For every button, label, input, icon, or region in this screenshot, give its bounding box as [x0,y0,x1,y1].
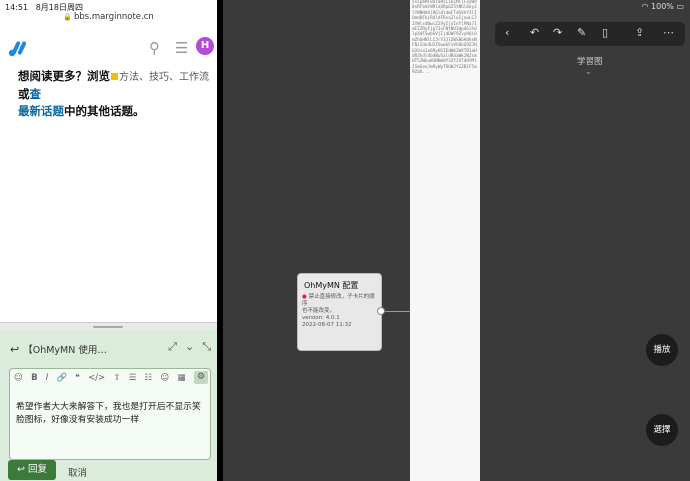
reply-button-label: 回复 [27,464,47,475]
menu-icon[interactable]: ☰ [175,40,188,56]
suggested-topics-text: 想阅读更多？浏览 方法、技巧、工作流或查 最新话题中的其他话题。 [18,68,217,120]
lock-icon: 🔒 [63,13,72,21]
bold-button[interactable]: B [31,373,37,383]
bullet-list-icon[interactable]: ☰ [129,373,137,383]
close-icon[interactable]: ⤡ [202,340,211,353]
battery-level: 100% [651,2,674,11]
more-icon[interactable]: ⋯ [663,26,674,39]
chevron-down-icon[interactable]: ⌄ [585,67,592,76]
browser-pane: 14:51 8月18日周四 🔒 bbs.marginnote.cn ⚲ ☰ H 想… [0,0,217,481]
node-line1: 禁止直接修改，子卡片的顺序 [302,294,375,307]
node-title: OhMyMN 配置 [304,281,359,290]
status-time: 14:51 [5,3,29,12]
screen: 14:51 8月18日周四 🔒 bbs.marginnote.cn ⚲ ☰ H 想… [0,0,690,481]
select-button[interactable]: 選擇 [646,414,678,446]
link-icon[interactable]: 🔗 [56,373,67,383]
warning-icon: ● [302,294,307,300]
node-line2: 也不能改变。 [302,308,336,314]
cancel-button[interactable]: 取消 [68,465,87,479]
avatar[interactable]: H [196,37,214,55]
document-text: 5n1pbMF0alm9sL1k1MTlFZyWd0sRFbmYWRlaXRpb… [412,0,477,76]
reply-editor[interactable]: ☺ B I 🔗 ❝ </> ⇧ ☰ ☷ ☺ ▦ ⚙ 希望作者大大来解答下，我也是… [9,368,211,460]
play-button[interactable]: 播放 [646,334,678,366]
node-date: 2022-08-07 11:32 [302,322,352,328]
composer-title: ↩ 【OhMyMN 使用… [10,342,107,356]
status-bar-right: ◠ 100% ▭ [641,2,684,11]
wifi-icon: ◠ [641,2,649,11]
node-connector-line [385,311,410,312]
mindmap-title[interactable]: 学習图 [577,55,603,67]
upload-icon[interactable]: ⇧ [113,373,120,383]
collapse-icon[interactable]: ⌄ [185,340,194,353]
promo-suffix: 中的其他话题。 [64,104,145,118]
share-icon[interactable]: ⇪ [635,26,644,39]
battery-icon: ▭ [676,2,684,11]
smiley-icon[interactable]: ☺ [160,373,169,383]
node-connector-handle[interactable] [377,307,385,315]
node-warning-line: ● 禁止直接修改，子卡片的顺序 [302,294,377,308]
reply-composer: ↩ 【OhMyMN 使用… ⤢ ⌄ ⤡ ☺ B I 🔗 ❝ </> ⇧ ☰ ☷ ☺ ▦ [0,330,217,481]
latest-topics-link[interactable]: 最新话题 [18,104,64,118]
mindmap-toolbar: ‹ ↶ ↷ ✎ ▯ ⇪ ⋯ [495,22,685,46]
date-icon[interactable]: ▦ [177,373,185,383]
promo-or: 或 [18,87,30,101]
bookmark-icon[interactable]: ▯ [602,26,608,39]
marginnote-logo[interactable] [8,38,28,58]
url-text: bbs.marginnote.cn [73,12,154,22]
reply-text[interactable]: 希望作者大大来解答下，我也是打开后不显示笑脸图标，好像没有安装成功一样 [16,401,208,427]
grip-handle[interactable] [93,326,123,328]
search-icon[interactable]: ⚲ [149,40,160,56]
edit-icon[interactable]: ✎ [577,26,586,39]
numbered-list-icon[interactable]: ☷ [145,373,153,383]
status-date: 8月18日周四 [35,3,83,12]
back-icon[interactable]: ‹ [505,26,509,39]
document-panel[interactable]: 5n1pbMF0alm9sL1k1MTlFZyWd0sRFbmYWRlaXRpb… [410,0,480,481]
mindmap-node[interactable]: OhMyMN 配置 ● 禁止直接修改，子卡片的顺序 也不能改变。 version… [297,273,382,351]
composer-controls: ⤢ ⌄ ⤡ [160,340,211,354]
quote-icon[interactable]: ❝ [75,373,80,383]
promo-category[interactable]: 方法、技巧、工作流 [119,72,209,83]
address-bar[interactable]: 🔒 bbs.marginnote.cn [0,12,217,26]
composer-resize-bar[interactable] [0,322,217,330]
undo-icon[interactable]: ↶ [530,26,539,39]
category-badge [111,73,118,80]
redo-icon[interactable]: ↷ [553,26,562,39]
composer-topic: 【OhMyMN 使用… [23,345,107,356]
emoji-icon[interactable]: ☺ [14,373,23,383]
reply-icon: ↩ [10,343,20,356]
promo-prefix: 想阅读更多？浏览 [18,69,110,83]
gear-icon[interactable]: ⚙ [194,371,208,384]
promo-browse-link[interactable]: 查 [30,87,42,101]
editor-toolbar: ☺ B I 🔗 ❝ </> ⇧ ☰ ☷ ☺ ▦ ⚙ [10,369,210,387]
reply-button[interactable]: ↩ 回复 [8,460,56,480]
node-version: version: 4.0.1 [302,315,340,321]
code-icon[interactable]: </> [88,373,105,383]
italic-button[interactable]: I [46,373,49,383]
expand-icon[interactable]: ⤢ [168,340,177,353]
forum-header: ⚲ ☰ H [0,28,217,66]
